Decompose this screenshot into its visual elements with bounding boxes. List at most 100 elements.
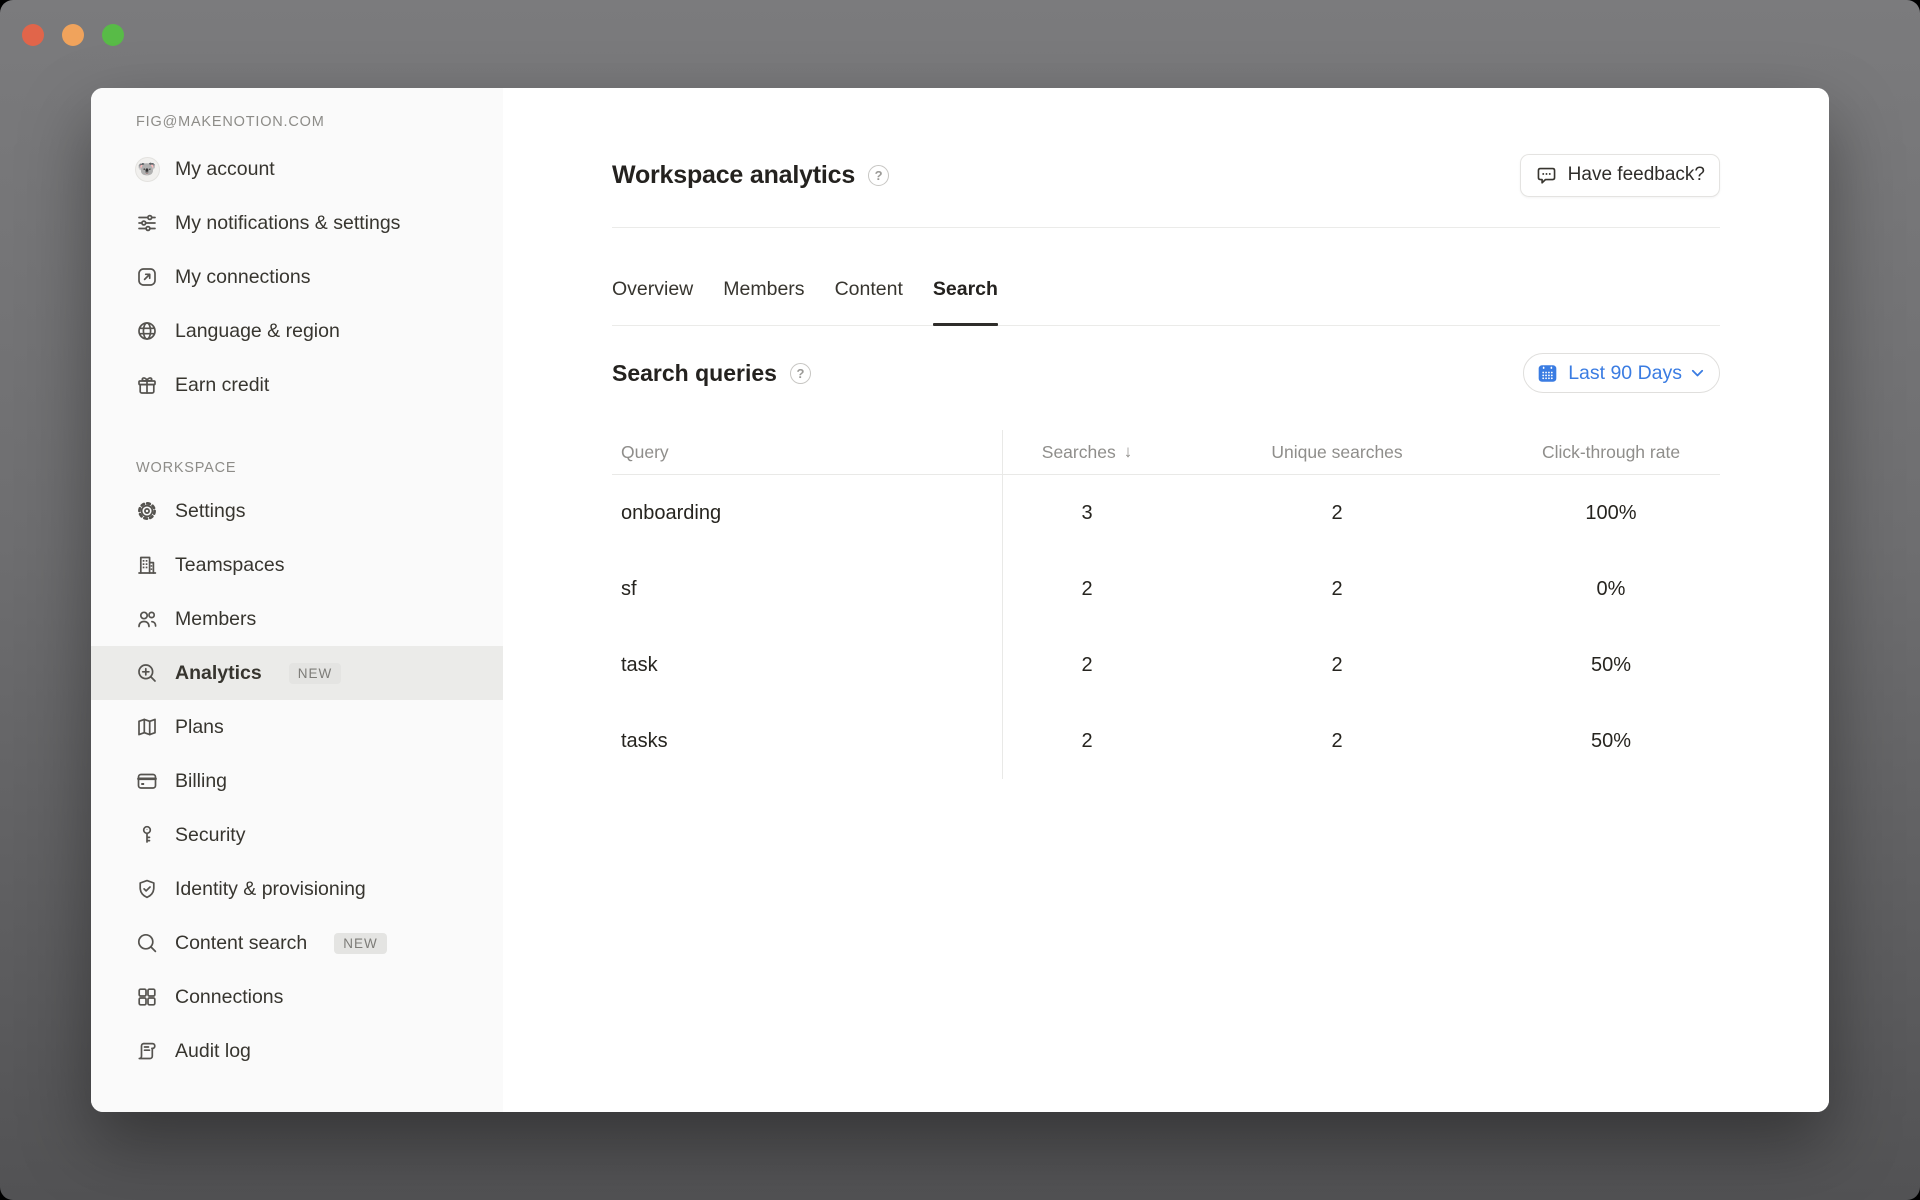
arrow-up-right-box-icon bbox=[134, 264, 160, 290]
have-feedback-label: Have feedback? bbox=[1568, 164, 1705, 186]
macos-window: FIG@MAKENOTION.COM 🐨 My account My notif… bbox=[0, 0, 1920, 1200]
tab[interactable]: Search bbox=[933, 276, 998, 325]
table-body: onboarding32100% sf220% task2250% tasks2… bbox=[612, 475, 1720, 779]
analytics-main-panel: Workspace analytics ? Have feedback? bbox=[503, 88, 1829, 1112]
table-cell: 2 bbox=[1172, 654, 1502, 677]
table-row: task2250% bbox=[612, 627, 1720, 703]
table-cell: tasks bbox=[612, 730, 1002, 753]
new-badge: NEW bbox=[289, 663, 342, 684]
table-row: sf220% bbox=[612, 551, 1720, 627]
shield-check-icon bbox=[134, 876, 160, 902]
sidebar-item[interactable]: Analytics NEW bbox=[91, 646, 503, 700]
credit-card-icon bbox=[134, 768, 160, 794]
chevron-down-icon bbox=[1691, 369, 1704, 378]
sort-desc-icon: ↓ bbox=[1124, 442, 1133, 462]
sidebar-item-label: Earn credit bbox=[175, 358, 269, 412]
speech-bubble-icon bbox=[1535, 164, 1558, 187]
date-range-dropdown[interactable]: Last 90 Days bbox=[1523, 353, 1720, 393]
window-titlebar bbox=[0, 0, 1920, 58]
table-cell: 2 bbox=[1172, 502, 1502, 525]
gear-icon bbox=[134, 498, 160, 524]
settings-dialog: FIG@MAKENOTION.COM 🐨 My account My notif… bbox=[91, 88, 1829, 1112]
help-icon[interactable]: ? bbox=[868, 165, 889, 186]
calendar-icon bbox=[1536, 362, 1559, 385]
sidebar-item-label: Content search bbox=[175, 916, 307, 970]
sidebar-item[interactable]: Language & region bbox=[91, 304, 503, 358]
sidebar-item-label: Language & region bbox=[175, 304, 340, 358]
page-title: Workspace analytics bbox=[612, 161, 855, 190]
table-cell: task bbox=[612, 654, 1002, 677]
sliders-icon bbox=[134, 210, 160, 236]
table-cell: 2 bbox=[1002, 730, 1172, 753]
sidebar-item[interactable]: Audit log bbox=[91, 1024, 503, 1078]
map-icon bbox=[134, 714, 160, 740]
have-feedback-button[interactable]: Have feedback? bbox=[1520, 154, 1720, 197]
sidebar-item[interactable]: Identity & provisioning bbox=[91, 862, 503, 916]
key-icon bbox=[134, 822, 160, 848]
table-cell: 100% bbox=[1502, 502, 1720, 525]
sidebar-item-label: Security bbox=[175, 808, 245, 862]
sidebar-item-label: My notifications & settings bbox=[175, 196, 400, 250]
magnifier-sparkle-icon bbox=[134, 660, 160, 686]
minimize-button[interactable] bbox=[62, 24, 84, 46]
sidebar-item-label: Connections bbox=[175, 970, 283, 1024]
tab[interactable]: Members bbox=[723, 276, 804, 325]
sidebar-item-label: Identity & provisioning bbox=[175, 862, 366, 916]
sidebar-item[interactable]: Security bbox=[91, 808, 503, 862]
help-icon[interactable]: ? bbox=[790, 363, 811, 384]
sidebar-item-label: Settings bbox=[175, 484, 245, 538]
analytics-tabs: Overview Members Content Search bbox=[612, 276, 1720, 326]
grid-icon bbox=[134, 984, 160, 1010]
sidebar-item[interactable]: My connections bbox=[91, 250, 503, 304]
table-column-header[interactable]: Query bbox=[612, 442, 1002, 463]
sidebar-item[interactable]: Settings bbox=[91, 484, 503, 538]
table-column-divider bbox=[1002, 430, 1003, 779]
building-icon bbox=[134, 552, 160, 578]
window-controls bbox=[22, 24, 124, 46]
close-button[interactable] bbox=[22, 24, 44, 46]
sidebar-item-label: Billing bbox=[175, 754, 227, 808]
settings-sidebar: FIG@MAKENOTION.COM 🐨 My account My notif… bbox=[91, 88, 503, 1112]
section-title: Search queries bbox=[612, 360, 777, 387]
table-row: onboarding32100% bbox=[612, 475, 1720, 551]
table-column-header[interactable]: Click-through rate bbox=[1502, 442, 1720, 463]
sidebar-item[interactable]: 🐨 My account bbox=[91, 142, 503, 196]
zoom-button[interactable] bbox=[102, 24, 124, 46]
table-cell: 2 bbox=[1172, 730, 1502, 753]
table-cell: 2 bbox=[1172, 578, 1502, 601]
sidebar-item-label: My account bbox=[175, 142, 275, 196]
sidebar-item[interactable]: Content search NEW bbox=[91, 916, 503, 970]
account-email-label: FIG@MAKENOTION.COM bbox=[91, 114, 503, 142]
table-column-header[interactable]: Unique searches bbox=[1172, 442, 1502, 463]
tab[interactable]: Content bbox=[835, 276, 903, 325]
table-cell: 50% bbox=[1502, 654, 1720, 677]
sidebar-item[interactable]: My notifications & settings bbox=[91, 196, 503, 250]
avatar-icon: 🐨 bbox=[134, 156, 160, 182]
table-cell: 3 bbox=[1002, 502, 1172, 525]
date-range-label: Last 90 Days bbox=[1568, 362, 1682, 385]
table-cell: 0% bbox=[1502, 578, 1720, 601]
sidebar-item[interactable]: Connections bbox=[91, 970, 503, 1024]
sidebar-item[interactable]: Billing bbox=[91, 754, 503, 808]
table-column-header[interactable]: Searches ↓ bbox=[1002, 442, 1172, 463]
sidebar-item-label: Members bbox=[175, 592, 256, 646]
table-cell: 2 bbox=[1002, 654, 1172, 677]
sidebar-item[interactable]: Earn credit bbox=[91, 358, 503, 412]
gift-icon bbox=[134, 372, 160, 398]
table-row: tasks2250% bbox=[612, 703, 1720, 779]
sidebar-item-label: Plans bbox=[175, 700, 224, 754]
table-cell: sf bbox=[612, 578, 1002, 601]
table-header-row: Query Searches ↓ Unique searches bbox=[612, 430, 1720, 475]
sidebar-item-label: My connections bbox=[175, 250, 310, 304]
sidebar-item-label: Analytics bbox=[175, 646, 262, 700]
scroll-icon bbox=[134, 1038, 160, 1064]
people-icon bbox=[134, 606, 160, 632]
tab[interactable]: Overview bbox=[612, 276, 693, 325]
magnifier-icon bbox=[134, 930, 160, 956]
sidebar-item[interactable]: Plans bbox=[91, 700, 503, 754]
globe-icon bbox=[134, 318, 160, 344]
new-badge: NEW bbox=[334, 933, 387, 954]
sidebar-item[interactable]: Teamspaces bbox=[91, 538, 503, 592]
table-cell: 2 bbox=[1002, 578, 1172, 601]
sidebar-item[interactable]: Members bbox=[91, 592, 503, 646]
